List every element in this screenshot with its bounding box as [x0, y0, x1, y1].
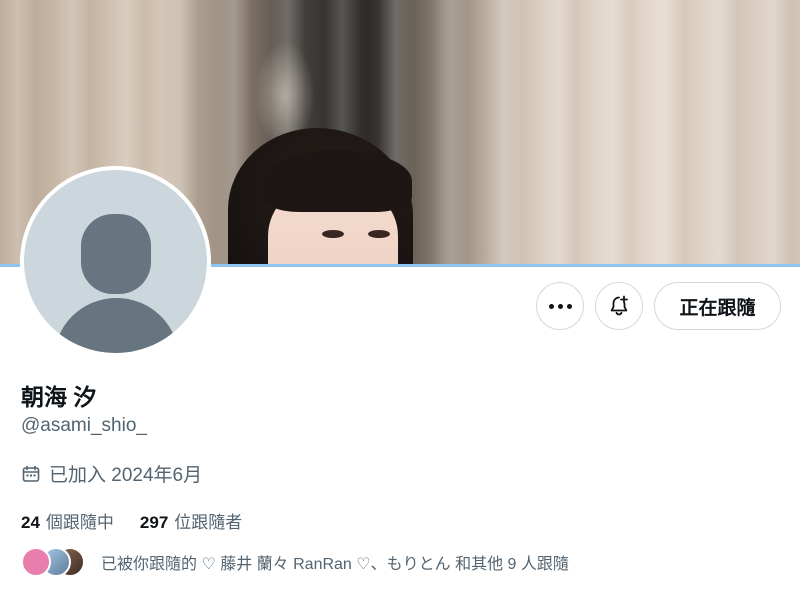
avatar-silhouette-head: [81, 214, 151, 294]
following-button-label: 正在跟隨: [679, 297, 756, 319]
display-name: 朝海 汐: [21, 384, 97, 410]
following-stat-link[interactable]: 24 個跟隨中: [21, 508, 114, 533]
following-label: 個跟隨中: [45, 513, 114, 532]
profile-avatar[interactable]: [20, 166, 211, 357]
following-button[interactable]: 正在跟隨: [654, 282, 781, 330]
followers-count: 297: [139, 513, 169, 532]
followers-stat-link[interactable]: 297 位跟隨者: [140, 508, 242, 533]
default-avatar-placeholder: [24, 170, 207, 353]
joined-date-text: 已加入 2024年6月: [49, 465, 203, 486]
more-horizontal-icon: [548, 303, 572, 309]
followers-label: 位跟隨者: [174, 513, 243, 532]
banner-person-eye-left: [322, 230, 344, 238]
calendar-icon: [22, 465, 40, 482]
known-follower-avatar: [21, 547, 51, 577]
banner-person-bangs: [262, 150, 412, 212]
known-followers-text: 已被你跟隨的 ♡ 藤井 蘭々 RanRan ♡、もりとん 和其他 9 人跟隨: [101, 556, 569, 573]
notifications-button[interactable]: [595, 282, 643, 330]
follow-stats: 24 個跟隨中 297 位跟隨者: [21, 508, 242, 533]
bell-plus-icon: [610, 295, 628, 316]
joined-date-row: 已加入 2024年6月: [21, 460, 202, 487]
banner-person-eye-right: [368, 230, 390, 238]
more-options-button[interactable]: [536, 282, 584, 330]
user-handle: @asami_shio_: [21, 415, 147, 436]
avatar-silhouette-body: [54, 298, 179, 353]
known-followers-row[interactable]: 已被你跟隨的 ♡ 藤井 蘭々 RanRan ♡、もりとん 和其他 9 人跟隨: [21, 545, 569, 579]
following-count: 24: [21, 513, 40, 532]
known-followers-avatars: [21, 545, 87, 579]
